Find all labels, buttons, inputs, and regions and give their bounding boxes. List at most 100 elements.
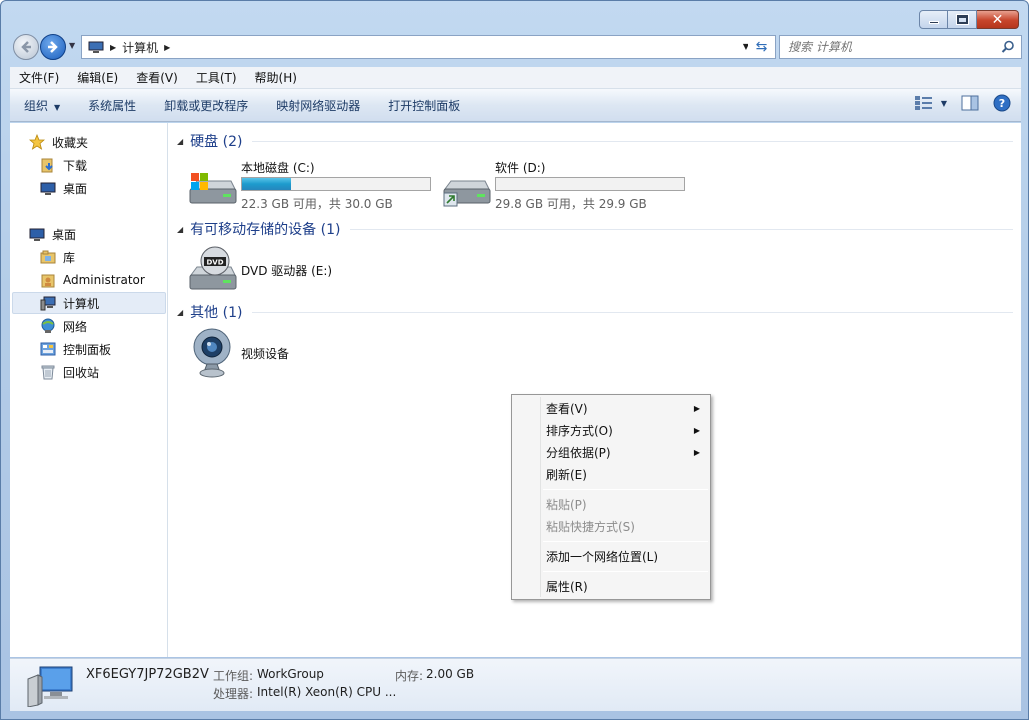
drive-usage-bar (495, 177, 685, 191)
drive-name: 本地磁盘 (C:) (241, 161, 315, 175)
arrow-left-icon (21, 41, 31, 53)
sidebar-item-label: 计算机 (63, 296, 100, 311)
drive-usage-bar (241, 177, 431, 191)
menu-item-add-network-location[interactable]: 添加一个网络位置(L) (514, 545, 708, 567)
menu-item-properties[interactable]: 属性(R) (514, 575, 708, 597)
group-header-removable[interactable]: ◢ 有可移动存储的设备 (1) (177, 218, 1013, 240)
uninstall-program-button[interactable]: 卸载或更改程序 (150, 97, 262, 114)
sidebar-item-recycle-bin[interactable]: 回收站 (40, 361, 99, 383)
menu-item-label: 分组依据(P) (546, 445, 611, 460)
map-network-drive-button[interactable]: 映射网络驱动器 (262, 97, 374, 114)
context-menu: 查看(V) ▶ 排序方式(O) ▶ 分组依据(P) ▶ 刷新(E) 粘贴(P) 粘贴快… (511, 394, 711, 600)
sidebar-item-administrator[interactable]: Administrator (40, 269, 145, 291)
drive-free-space: 29.8 GB 可用，共 29.9 GB (495, 197, 647, 211)
collapse-icon: ◢ (177, 307, 184, 317)
sidebar-item-downloads[interactable]: 下载 (40, 154, 87, 176)
menu-help[interactable]: 帮助(H) (246, 69, 306, 86)
submenu-arrow-icon: ▶ (693, 447, 700, 457)
collapse-icon: ◢ (177, 136, 184, 146)
forward-button[interactable] (40, 34, 66, 60)
help-icon[interactable]: ? (993, 94, 1011, 112)
menu-item-label: 刷新(E) (546, 467, 587, 482)
group-title: 其他 (1) (190, 305, 243, 321)
breadcrumb-arrow-icon[interactable]: ▶ (164, 43, 170, 52)
refresh-button[interactable]: ⇆ (748, 35, 776, 59)
preview-pane-icon[interactable] (961, 95, 979, 111)
maximize-button[interactable] (948, 10, 977, 29)
drive-e-dvd[interactable]: DVD DVD 驱动器 (E:) (187, 245, 387, 295)
group-header-other[interactable]: ◢ 其他 (1) (177, 301, 1013, 323)
star-icon (29, 134, 45, 150)
change-view-button[interactable]: ▼ (914, 96, 947, 110)
menu-item-label: 添加一个网络位置(L) (546, 549, 659, 564)
explorer-window: ✕ ▼ ▶ 计算机 ▶ ▼ ⇆ 文件(F) 编辑(E) 查看(V) 工具(T) … (0, 0, 1029, 720)
menu-item-sort[interactable]: 排序方式(O) ▶ (514, 419, 708, 441)
menu-item-refresh[interactable]: 刷新(E) (514, 463, 708, 485)
search-input[interactable] (788, 40, 998, 54)
group-header-hdd[interactable]: ◢ 硬盘 (2) (177, 130, 1013, 152)
drive-name: DVD 驱动器 (E:) (241, 264, 333, 278)
video-device[interactable]: 视频设备 (187, 327, 387, 379)
sidebar-item-label: 回收站 (63, 365, 100, 380)
memory-label: 内存: (395, 669, 424, 683)
system-properties-button[interactable]: 系统属性 (74, 97, 150, 114)
refresh-icon: ⇆ (755, 39, 768, 55)
menu-edit[interactable]: 编辑(E) (68, 69, 127, 86)
menu-item-group-by[interactable]: 分组依据(P) ▶ (514, 441, 708, 463)
sidebar-item-favorites[interactable]: 收藏夹 (29, 131, 88, 153)
drive-free-space: 22.3 GB 可用，共 30.0 GB (241, 197, 393, 211)
control-panel-icon (40, 342, 56, 356)
group-divider (350, 228, 1013, 230)
recent-pages-dropdown[interactable]: ▼ (69, 41, 75, 50)
search-box (779, 35, 1022, 59)
menu-separator (543, 489, 708, 490)
cpu-label: 处理器: (213, 687, 254, 701)
navigation-pane: 收藏夹 下载 桌面 桌面 库 Administrator 计算机 网络 控制面板… (10, 123, 168, 657)
sidebar-item-label: 桌面 (63, 181, 88, 196)
search-icon[interactable] (1001, 40, 1015, 54)
organize-button[interactable]: 组织 ▼ (10, 97, 74, 114)
drive-c[interactable]: 本地磁盘 (C:) 22.3 GB 可用，共 30.0 GB (187, 157, 437, 211)
close-button[interactable]: ✕ (977, 10, 1019, 29)
menu-separator (543, 571, 708, 572)
recycle-bin-icon (41, 365, 55, 380)
menu-item-label: 粘贴快捷方式(S) (546, 519, 635, 534)
menu-item-label: 查看(V) (546, 401, 588, 416)
sidebar-item-desktop[interactable]: 桌面 (29, 223, 76, 245)
back-button[interactable] (13, 34, 39, 60)
close-icon: ✕ (991, 11, 1004, 28)
drive-d[interactable]: 软件 (D:) 29.8 GB 可用，共 29.9 GB (441, 157, 691, 211)
open-control-panel-button[interactable]: 打开控制面板 (374, 97, 474, 114)
sidebar-item-control-panel[interactable]: 控制面板 (40, 338, 111, 360)
menu-item-view[interactable]: 查看(V) ▶ (514, 397, 708, 419)
sidebar-item-label: 桌面 (52, 227, 77, 242)
collapse-icon: ◢ (177, 224, 184, 234)
user-folder-icon (41, 274, 55, 288)
sidebar-item-network[interactable]: 网络 (40, 315, 87, 337)
download-folder-icon (41, 158, 53, 173)
address-bar[interactable]: ▶ 计算机 ▶ ▼ (81, 35, 754, 59)
breadcrumb-computer[interactable]: 计算机 (122, 39, 158, 56)
menu-view[interactable]: 查看(V) (127, 69, 187, 86)
menu-tools[interactable]: 工具(T) (187, 69, 246, 86)
workgroup-label: 工作组: (213, 669, 254, 683)
sidebar-item-label: 收藏夹 (52, 135, 89, 150)
arrow-right-icon (48, 41, 58, 53)
menu-file[interactable]: 文件(F) (10, 69, 68, 86)
group-divider (252, 140, 1013, 142)
sidebar-item-label: 控制面板 (63, 342, 112, 357)
menu-item-paste-shortcut: 粘贴快捷方式(S) (514, 515, 708, 537)
sidebar-item-computer[interactable]: 计算机 (40, 292, 99, 314)
command-bar: 组织 ▼ 系统属性 卸载或更改程序 映射网络驱动器 打开控制面板 ▼ ? (10, 89, 1021, 122)
breadcrumb-arrow-icon[interactable]: ▶ (110, 43, 116, 52)
computer-icon (27, 666, 73, 707)
chevron-down-icon: ▼ (54, 102, 61, 112)
minimize-button[interactable] (919, 10, 948, 29)
sidebar-item-desktop-favorite[interactable]: 桌面 (40, 177, 87, 199)
menu-item-label: 属性(R) (546, 579, 588, 594)
menu-item-paste: 粘贴(P) (514, 493, 708, 515)
sidebar-item-library[interactable]: 库 (40, 246, 75, 268)
computer-name: XF6EGY7JP72GB2V (86, 667, 209, 682)
sidebar-item-label: 网络 (63, 319, 88, 334)
submenu-arrow-icon: ▶ (693, 425, 700, 435)
